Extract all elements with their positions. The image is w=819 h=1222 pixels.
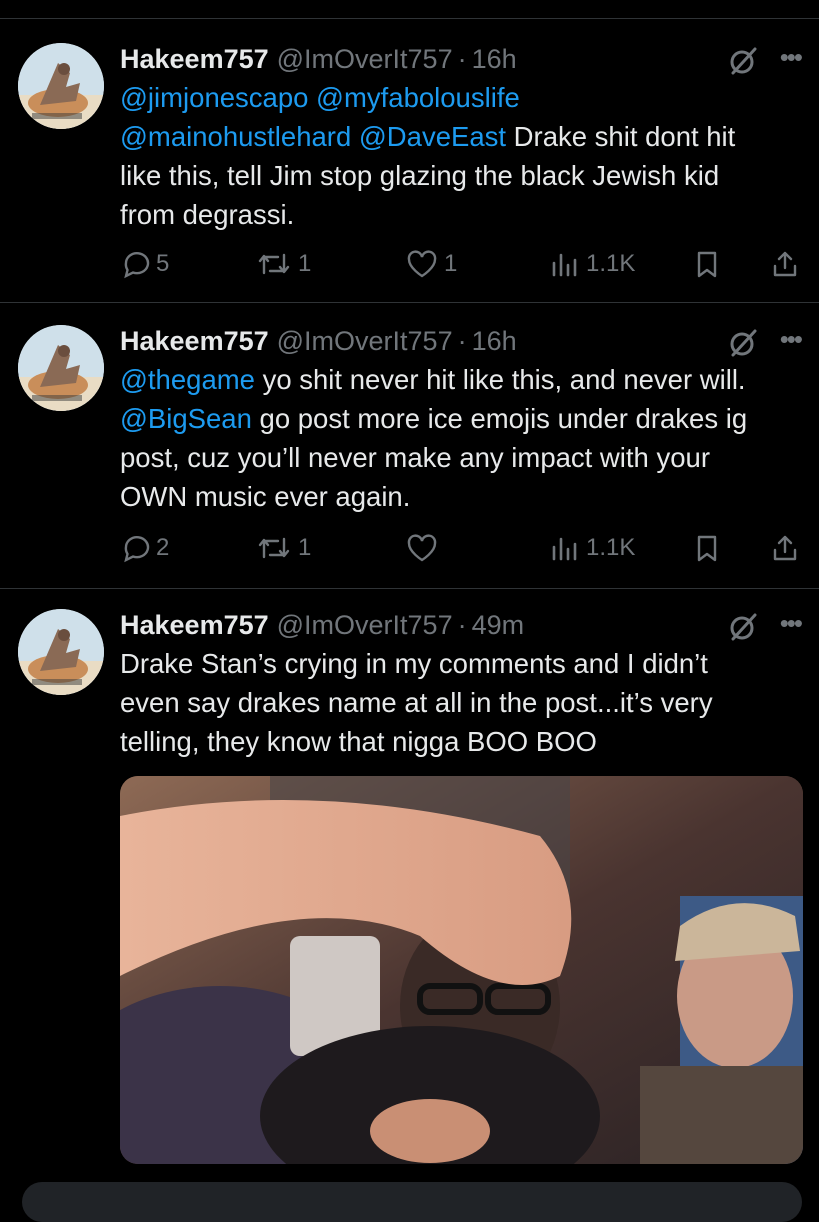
reply-composer-bar[interactable] <box>22 1182 802 1222</box>
tweet-header: Hakeem757 @ImOverIt757 · 49m <box>120 606 801 644</box>
share-button[interactable] <box>770 244 800 284</box>
grok-icon[interactable] <box>728 612 758 642</box>
more-icon[interactable]: ••• <box>780 44 803 70</box>
tweet-media-image[interactable] <box>120 776 803 1164</box>
avatar[interactable] <box>18 325 104 411</box>
reply-button[interactable]: 5 <box>120 244 169 284</box>
tweet-2[interactable]: Hakeem757 @ImOverIt757 · 16h ••• @thegam… <box>0 322 819 588</box>
bookmark-button[interactable] <box>692 244 722 284</box>
mention-links[interactable]: @mainohustlehard @DaveEast <box>120 121 506 152</box>
repost-icon <box>258 253 290 275</box>
repost-button[interactable]: 1 <box>256 244 311 284</box>
tweet-header: Hakeem757 @ImOverIt757 · 16h <box>120 40 801 78</box>
mention-link[interactable]: @thegame <box>120 364 255 395</box>
reply-count: 2 <box>156 534 170 561</box>
bookmark-button[interactable] <box>692 528 722 568</box>
avatar[interactable] <box>18 43 104 129</box>
avatar-image <box>18 609 104 695</box>
tweet-text: @thegame yo shit never hit like this, an… <box>120 360 801 516</box>
tweet-header-actions: ••• <box>728 610 803 642</box>
text-line: telling, they know that nigga BOO BOO <box>120 726 597 757</box>
text-line: post, cuz you’ll never make any impact w… <box>120 442 710 473</box>
heart-icon <box>407 534 437 562</box>
tweet-header-actions: ••• <box>728 44 803 76</box>
like-button[interactable] <box>406 528 444 568</box>
share-icon <box>773 251 797 277</box>
text-line: go post more ice emojis under drakes ig <box>251 403 748 434</box>
timestamp[interactable]: 49m <box>472 606 525 644</box>
display-name[interactable]: Hakeem757 <box>120 322 269 360</box>
like-count: 1 <box>444 250 458 277</box>
separator-dot: · <box>457 610 467 640</box>
separator-dot: · <box>457 326 467 356</box>
display-name[interactable]: Hakeem757 <box>120 40 269 78</box>
views-button[interactable]: 1.1K <box>550 528 635 568</box>
share-button[interactable] <box>770 528 800 568</box>
reply-button[interactable]: 2 <box>120 528 169 568</box>
views-button[interactable]: 1.1K <box>550 244 635 284</box>
separator-dot: · <box>457 44 467 74</box>
avatar-image <box>18 325 104 411</box>
repost-count: 1 <box>298 250 312 277</box>
avatar[interactable] <box>18 609 104 695</box>
tweet-text: @jimjonescapo @myfabolouslife @mainohust… <box>120 78 801 234</box>
mention-links[interactable]: @jimjonescapo @myfabolouslife <box>120 82 520 113</box>
more-icon[interactable]: ••• <box>780 326 803 352</box>
mention-link[interactable]: @BigSean <box>120 403 252 434</box>
repost-count: 1 <box>298 534 312 561</box>
views-icon <box>552 537 577 561</box>
repost-button[interactable]: 1 <box>256 528 311 568</box>
text-line: OWN music ever again. <box>120 481 411 512</box>
tweet-header: Hakeem757 @ImOverIt757 · 16h <box>120 322 801 360</box>
user-handle[interactable]: @ImOverIt757 <box>277 322 453 360</box>
avatar-image <box>18 43 104 129</box>
text-line: Drake shit dont hit <box>506 121 736 152</box>
user-handle[interactable]: @ImOverIt757 <box>277 606 453 644</box>
top-divider <box>0 18 819 19</box>
user-handle[interactable]: @ImOverIt757 <box>277 40 453 78</box>
text-line: Drake Stan’s crying in my comments and I… <box>120 648 708 679</box>
tweet-divider <box>0 302 819 303</box>
repost-icon <box>258 537 290 559</box>
reply-count: 5 <box>156 250 170 277</box>
text-line: like this, tell Jim stop glazing the bla… <box>120 160 720 191</box>
bookmark-icon <box>697 251 717 278</box>
share-icon <box>773 535 797 561</box>
text-line: from degrassi. <box>120 199 295 230</box>
grok-icon[interactable] <box>728 328 758 358</box>
tweet-actions: 5 1 1 1.1K <box>120 244 801 284</box>
tweet-header-actions: ••• <box>728 326 803 358</box>
view-count: 1.1K <box>586 250 636 277</box>
media-photo <box>120 776 803 1164</box>
timestamp[interactable]: 16h <box>472 322 517 360</box>
view-count: 1.1K <box>586 534 636 561</box>
display-name[interactable]: Hakeem757 <box>120 606 269 644</box>
views-icon <box>552 253 577 277</box>
text-line: even say drakes name at all in the post.… <box>120 687 713 718</box>
tweet-text: Drake Stan’s crying in my comments and I… <box>120 644 801 761</box>
tweet-actions: 2 1 1.1K <box>120 528 801 568</box>
more-icon[interactable]: ••• <box>780 610 803 636</box>
grok-icon[interactable] <box>728 46 758 76</box>
reply-icon <box>124 252 150 279</box>
bookmark-icon <box>697 535 717 562</box>
heart-icon <box>407 250 437 278</box>
reply-icon <box>124 536 150 563</box>
timestamp[interactable]: 16h <box>472 40 517 78</box>
like-button[interactable]: 1 <box>406 244 457 284</box>
text-line: yo shit never hit like this, and never w… <box>254 364 746 395</box>
tweet-divider <box>0 588 819 589</box>
tweet-1[interactable]: Hakeem757 @ImOverIt757 · 16h ••• @jimjon… <box>0 40 819 302</box>
